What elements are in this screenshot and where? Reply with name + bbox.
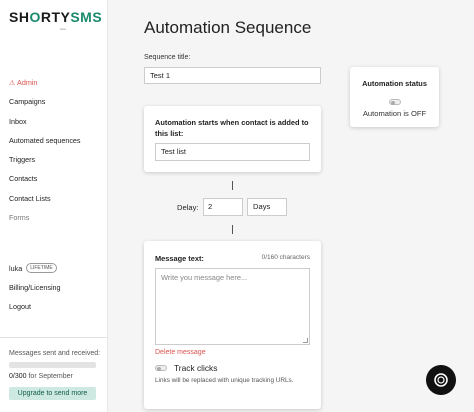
sidebar-nav: ⚠ Admin Campaigns Inbox Automated sequen… — [9, 73, 104, 227]
character-count: 0/160 characters — [261, 254, 310, 261]
sidebar-item-contact-lists[interactable]: Contact Lists — [9, 189, 104, 208]
sidebar-item-campaigns[interactable]: Campaigns — [9, 92, 104, 111]
automation-status-title: Automation status — [362, 79, 427, 88]
automation-status-card: Automation status Automation is OFF — [350, 67, 439, 127]
sidebar: SHORTYSMS beta ⚠ Admin Campaigns Inbox A… — [0, 0, 108, 412]
upgrade-button[interactable]: Upgrade to send more — [9, 387, 96, 400]
resize-handle-icon[interactable] — [303, 338, 308, 343]
chat-support-button[interactable] — [426, 365, 456, 395]
track-clicks-toggle[interactable] — [155, 365, 167, 371]
usage-period: for September — [28, 373, 73, 380]
sidebar-item-billing[interactable]: Billing/Licensing — [9, 278, 61, 297]
track-clicks-help: Links will be replaced with unique track… — [155, 377, 294, 384]
automation-status-text: Automation is OFF — [362, 109, 427, 118]
user-info: luka LIFETIME — [9, 263, 57, 273]
delay-amount-input[interactable]: 2 — [203, 198, 243, 216]
sequence-title-label: Sequence title: — [144, 54, 191, 61]
usage-count: 0/300 for September — [9, 373, 73, 380]
contact-list-select[interactable]: Test list — [155, 143, 310, 161]
usage-count-value: 0/300 — [9, 373, 27, 380]
flow-connector-top — [232, 181, 233, 190]
page-title: Automation Sequence — [144, 18, 312, 37]
sidebar-item-contacts[interactable]: Contacts — [9, 169, 104, 188]
message-placeholder: Write you message here... — [161, 273, 248, 282]
trigger-list-label: Automation starts when contact is added … — [155, 118, 309, 138]
chat-icon — [434, 373, 448, 387]
account-nav: Billing/Licensing Logout — [9, 278, 61, 317]
sidebar-item-logout[interactable]: Logout — [9, 297, 61, 316]
flow-connector-bottom — [232, 225, 233, 234]
message-text-label: Message text: — [155, 254, 204, 263]
sidebar-divider — [0, 337, 108, 338]
delete-message-link[interactable]: Delete message — [155, 349, 206, 356]
trigger-list-card: Automation starts when contact is added … — [144, 106, 321, 172]
sidebar-item-triggers[interactable]: Triggers — [9, 150, 104, 169]
sidebar-item-admin[interactable]: ⚠ Admin — [9, 73, 104, 92]
sidebar-item-inbox[interactable]: Inbox — [9, 112, 104, 131]
delay-label: Delay: — [177, 203, 199, 212]
sidebar-item-forms[interactable]: Forms — [9, 208, 104, 227]
message-card: Message text: 0/160 characters Write you… — [144, 241, 321, 409]
brand-logo[interactable]: SHORTYSMS — [9, 9, 102, 25]
message-textarea[interactable]: Write you message here... — [155, 268, 310, 345]
user-name: luka — [9, 263, 23, 273]
brand-subtitle: beta — [60, 27, 66, 31]
sidebar-item-automated-sequences[interactable]: Automated sequences — [9, 131, 104, 150]
usage-label: Messages sent and received: — [9, 350, 101, 357]
plan-badge: LIFETIME — [26, 263, 57, 273]
sequence-title-input[interactable]: Test 1 — [144, 67, 321, 84]
automation-status-toggle[interactable] — [389, 99, 401, 105]
usage-progress-bar — [9, 362, 96, 368]
track-clicks-label: Track clicks — [174, 363, 218, 373]
delay-unit-select[interactable]: Days — [247, 198, 287, 216]
